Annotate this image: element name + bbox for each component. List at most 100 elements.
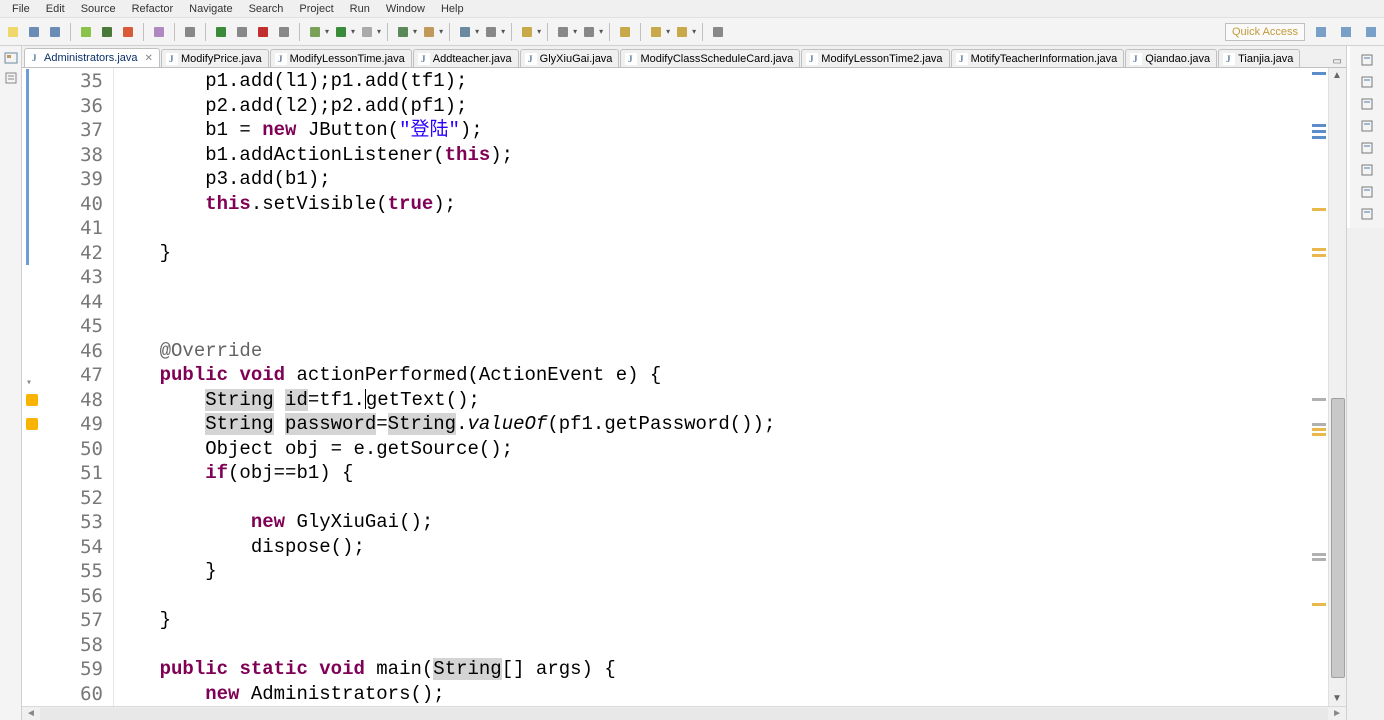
resume-icon[interactable] [212, 23, 230, 41]
overview-mark[interactable] [1312, 398, 1326, 401]
overview-mark[interactable] [1312, 254, 1326, 257]
overview-mark[interactable] [1312, 208, 1326, 211]
problems-icon[interactable] [1359, 140, 1375, 156]
scroll-right-icon[interactable]: ► [1328, 708, 1346, 719]
code-text-area[interactable]: p1.add(l1);p1.add(tf1); p2.add(l2);p2.ad… [114, 68, 1328, 706]
debug-perspective-icon[interactable] [1362, 23, 1380, 41]
navigator-icon[interactable] [3, 70, 19, 86]
outline-icon[interactable] [1359, 74, 1375, 90]
package-explorer-icon[interactable] [3, 50, 19, 66]
override-marker-icon[interactable]: ▾ [26, 371, 32, 396]
maximize-icon[interactable]: ▭ [1333, 56, 1342, 67]
tab-administrators[interactable]: JAdministrators.java✕ [24, 48, 160, 68]
scroll-up-icon[interactable]: ▲ [1332, 70, 1342, 81]
run-last-config-icon[interactable] [358, 23, 376, 41]
overview-mark[interactable] [1312, 603, 1326, 606]
overview-mark[interactable] [1312, 558, 1326, 561]
debug-icon[interactable] [98, 23, 116, 41]
run-last-config-icon-dropdown[interactable]: ▾ [377, 27, 381, 36]
java-perspective-icon[interactable] [1337, 23, 1355, 41]
new-icon[interactable] [4, 23, 22, 41]
overview-ruler[interactable] [1308, 68, 1326, 704]
toggle-mark-icon-dropdown[interactable]: ▾ [537, 27, 541, 36]
terminate-icon[interactable] [254, 23, 272, 41]
overview-mark[interactable] [1312, 423, 1326, 426]
overview-mark[interactable] [1312, 136, 1326, 139]
console-icon[interactable] [1359, 206, 1375, 222]
new-java-class-icon-dropdown[interactable]: ▾ [413, 27, 417, 36]
scroll-left-icon[interactable]: ◄ [22, 708, 40, 719]
save-all-icon[interactable] [46, 23, 64, 41]
menu-project[interactable]: Project [291, 1, 341, 17]
open-type-hierarchy-icon-dropdown[interactable]: ▾ [475, 27, 479, 36]
overview-mark[interactable] [1312, 72, 1326, 75]
overview-mark[interactable] [1312, 130, 1326, 133]
last-edit-icon[interactable] [616, 23, 634, 41]
tab-modifylessontime[interactable]: JModifyLessonTime.java [270, 49, 412, 68]
new-java-package-icon[interactable] [420, 23, 438, 41]
menu-source[interactable]: Source [73, 1, 124, 17]
forward-icon-dropdown[interactable]: ▾ [692, 27, 696, 36]
back-icon[interactable] [647, 23, 665, 41]
restore-icon[interactable] [1359, 52, 1375, 68]
overview-mark[interactable] [1312, 248, 1326, 251]
toggle-mark-icon[interactable] [518, 23, 536, 41]
overview-mark[interactable] [1312, 428, 1326, 431]
pin-icon[interactable] [709, 23, 727, 41]
save-icon[interactable] [25, 23, 43, 41]
new-java-class-icon[interactable] [394, 23, 412, 41]
next-annotation-icon-dropdown[interactable]: ▾ [573, 27, 577, 36]
disconnect-icon[interactable] [275, 23, 293, 41]
menu-run[interactable]: Run [342, 1, 378, 17]
tab-modifyclassschedulecard[interactable]: JModifyClassScheduleCard.java [620, 49, 800, 68]
javadoc-icon[interactable] [1359, 162, 1375, 178]
close-tab-icon[interactable]: ✕ [145, 53, 153, 64]
debug-last-icon-dropdown[interactable]: ▾ [325, 27, 329, 36]
horizontal-scrollbar[interactable]: ◄ ► [22, 706, 1346, 720]
tab-addteacher[interactable]: JAddteacher.java [413, 49, 519, 68]
open-type-icon[interactable] [77, 23, 95, 41]
hscroll-track[interactable] [40, 708, 1328, 720]
tab-qiandao[interactable]: JQiandao.java [1125, 49, 1217, 68]
run-last-icon[interactable] [332, 23, 350, 41]
declaration-icon[interactable] [1359, 184, 1375, 200]
tab-glyxiugai[interactable]: JGlyXiuGai.java [520, 49, 620, 68]
coverage-icon[interactable] [119, 23, 137, 41]
suspend-icon[interactable] [233, 23, 251, 41]
prev-annotation-icon[interactable] [580, 23, 598, 41]
tab-overflow[interactable]: ▭ [1333, 56, 1346, 67]
back-icon-dropdown[interactable]: ▾ [666, 27, 670, 36]
overview-mark[interactable] [1312, 553, 1326, 556]
prev-annotation-icon-dropdown[interactable]: ▾ [599, 27, 603, 36]
new-java-package-icon-dropdown[interactable]: ▾ [439, 27, 443, 36]
skip-breakpoints-icon[interactable] [181, 23, 199, 41]
tab-modifylessontime2[interactable]: JModifyLessonTime2.java [801, 49, 949, 68]
search-icon[interactable] [482, 23, 500, 41]
overview-mark[interactable] [1312, 433, 1326, 436]
open-perspective-icon[interactable] [1312, 23, 1330, 41]
open-type-hierarchy-icon[interactable] [456, 23, 474, 41]
run-last-icon-dropdown[interactable]: ▾ [351, 27, 355, 36]
menu-refactor[interactable]: Refactor [124, 1, 182, 17]
task-list-icon[interactable] [1359, 96, 1375, 112]
overview-mark[interactable] [1312, 124, 1326, 127]
warning-marker-icon[interactable] [26, 394, 38, 406]
scroll-down-icon[interactable]: ▼ [1332, 693, 1342, 704]
quick-access-input[interactable]: Quick Access [1225, 23, 1305, 41]
menu-search[interactable]: Search [241, 1, 292, 17]
open-task-icon[interactable] [150, 23, 168, 41]
scroll-thumb[interactable] [1331, 398, 1345, 678]
menu-help[interactable]: Help [433, 1, 472, 17]
vertical-scrollbar[interactable]: ▲ ▼ [1328, 68, 1346, 706]
menu-window[interactable]: Window [378, 1, 433, 17]
warning-marker-icon[interactable] [26, 418, 38, 430]
next-annotation-icon[interactable] [554, 23, 572, 41]
menu-navigate[interactable]: Navigate [181, 1, 240, 17]
search-icon-dropdown[interactable]: ▾ [501, 27, 505, 36]
debug-last-icon[interactable] [306, 23, 324, 41]
tab-modifyprice[interactable]: JModifyPrice.java [161, 49, 269, 68]
forward-icon[interactable] [673, 23, 691, 41]
markers-icon[interactable] [1359, 118, 1375, 134]
tab-tianjia[interactable]: JTianjia.java [1218, 49, 1300, 68]
tab-motifyteacherinformation[interactable]: JMotifyTeacherInformation.java [951, 49, 1125, 68]
